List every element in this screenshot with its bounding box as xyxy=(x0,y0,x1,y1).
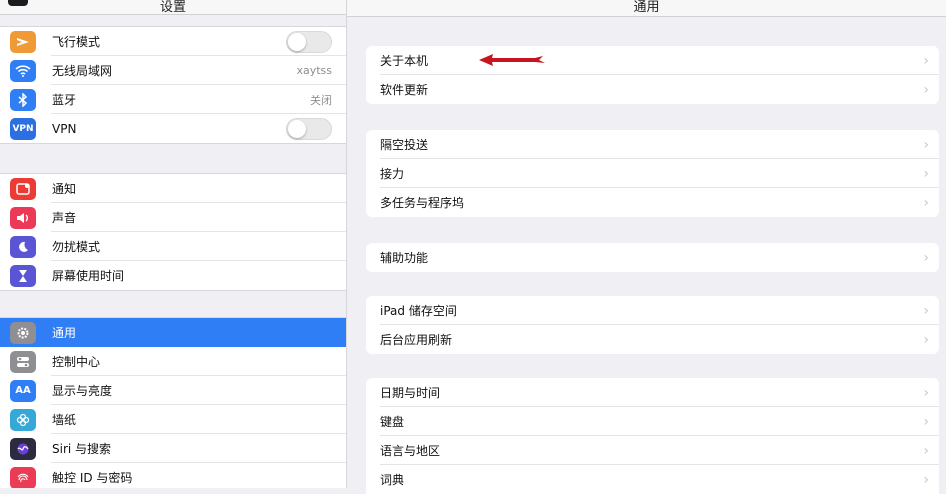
chevron-right-icon: › xyxy=(923,194,929,211)
general-item-label: 关于本机 xyxy=(380,54,429,68)
sidebar-item-label: 勿扰模式 xyxy=(52,240,101,254)
general-item-label: 键盘 xyxy=(380,415,405,429)
general-item-dictionary[interactable]: 词典 › xyxy=(366,465,939,494)
general-item-keyboard[interactable]: 键盘 › xyxy=(366,407,939,436)
sidebar-item-siri-search[interactable]: Siri 与搜索 xyxy=(0,434,346,463)
sidebar-item-label: 屏幕使用时间 xyxy=(52,269,125,283)
sidebar-item-label: 蓝牙 xyxy=(52,93,77,107)
general-item-label: 隔空投送 xyxy=(380,138,429,152)
notification-icon xyxy=(10,177,36,200)
chevron-right-icon: › xyxy=(923,413,929,430)
detail-group-storage: iPad 储存空间 › 后台应用刷新 › xyxy=(366,296,939,354)
sidebar-item-label: 飞行模式 xyxy=(52,35,101,49)
sound-icon xyxy=(10,206,36,229)
sidebar-item-display-brightness[interactable]: AA 显示与亮度 xyxy=(0,376,346,405)
vpn-icon: VPN xyxy=(10,117,36,140)
sidebar-item-touch-id-passcode[interactable]: 触控 ID 与密码 xyxy=(0,463,346,488)
chevron-right-icon: › xyxy=(923,52,929,69)
general-item-label: 日期与时间 xyxy=(380,386,441,400)
bluetooth-icon xyxy=(10,88,36,111)
sidebar-item-label: 墙纸 xyxy=(52,413,77,427)
sidebar-item-bluetooth[interactable]: 蓝牙 关闭 xyxy=(0,85,346,114)
aa-icon: AA xyxy=(10,379,36,402)
chevron-right-icon: › xyxy=(923,249,929,266)
sidebar-group-notifications: 通知 声音 勿扰模式 屏幕使用时间 xyxy=(0,173,346,291)
general-item-accessibility[interactable]: 辅助功能 › xyxy=(366,243,939,272)
chevron-right-icon: › xyxy=(923,471,929,488)
detail-group-locale: 日期与时间 › 键盘 › 语言与地区 › 词典 › xyxy=(366,378,939,494)
red-arrow-annotation-icon xyxy=(479,54,545,66)
general-item-ipad-storage[interactable]: iPad 储存空间 › xyxy=(366,296,939,325)
general-item-about[interactable]: 关于本机 › xyxy=(366,46,939,75)
vpn-toggle[interactable] xyxy=(286,117,332,140)
chevron-right-icon: › xyxy=(923,136,929,153)
sidebar-item-do-not-disturb[interactable]: 勿扰模式 xyxy=(0,232,346,261)
sidebar-item-label: 声音 xyxy=(52,211,77,225)
chevron-right-icon: › xyxy=(923,442,929,459)
toggle-knob xyxy=(288,32,306,51)
general-item-language-region[interactable]: 语言与地区 › xyxy=(366,436,939,465)
sidebar-title: 设置 xyxy=(159,0,186,15)
sidebar-header: 设置 xyxy=(0,0,346,15)
general-item-multitasking-dock[interactable]: 多任务与程序坞 › xyxy=(366,188,939,217)
sidebar-item-general[interactable]: 通用 xyxy=(0,318,346,347)
sidebar-group-connectivity: 飞行模式 无线局域网 xaytss 蓝牙 关闭 VPN VPN xyxy=(0,26,346,144)
sidebar-item-sounds[interactable]: 声音 xyxy=(0,203,346,232)
general-item-background-app-refresh[interactable]: 后台应用刷新 › xyxy=(366,325,939,354)
general-item-label: 语言与地区 xyxy=(380,444,441,458)
chevron-right-icon: › xyxy=(923,165,929,182)
sidebar-item-screen-time[interactable]: 屏幕使用时间 xyxy=(0,261,346,290)
sidebar-group-general: 通用 控制中心 AA 显示与亮度 墙纸 Siri 与搜索 触控 ID 与密码 xyxy=(0,317,346,488)
sidebar-item-airplane-mode[interactable]: 飞行模式 xyxy=(0,27,346,56)
wifi-network-value: xaytss xyxy=(296,64,332,77)
general-detail-pane: 通用 关于本机 › 软件更新 › 隔空投送 › 接力 › 多任务与程序坞 › 辅… xyxy=(347,0,946,494)
wifi-icon xyxy=(10,59,36,82)
sidebar-item-label: 显示与亮度 xyxy=(52,384,113,398)
siri-icon xyxy=(10,437,36,460)
detail-title: 通用 xyxy=(633,0,660,15)
general-item-date-time[interactable]: 日期与时间 › xyxy=(366,378,939,407)
sidebar-item-label: 控制中心 xyxy=(52,355,101,369)
general-item-label: 后台应用刷新 xyxy=(380,333,453,347)
general-item-software-update[interactable]: 软件更新 › xyxy=(366,75,939,104)
detail-header: 通用 xyxy=(347,0,946,17)
chevron-right-icon: › xyxy=(923,81,929,98)
chevron-right-icon: › xyxy=(923,384,929,401)
sidebar-item-wallpaper[interactable]: 墙纸 xyxy=(0,405,346,434)
flower-icon xyxy=(10,408,36,431)
switches-icon xyxy=(10,350,36,373)
sidebar-item-control-center[interactable]: 控制中心 xyxy=(0,347,346,376)
gear-icon xyxy=(10,321,36,344)
sidebar-item-label: 无线局域网 xyxy=(52,64,113,78)
bluetooth-status-value: 关闭 xyxy=(310,93,332,107)
sidebar-item-label: 通用 xyxy=(52,326,77,340)
hourglass-icon xyxy=(10,264,36,287)
general-item-label: 接力 xyxy=(380,167,405,181)
sidebar-item-label: 触控 ID 与密码 xyxy=(52,471,133,485)
fingerprint-icon xyxy=(10,466,36,488)
sidebar-item-wifi[interactable]: 无线局域网 xaytss xyxy=(0,56,346,85)
sidebar-item-label: 通知 xyxy=(52,182,77,196)
airplane-icon xyxy=(10,30,36,53)
chevron-right-icon: › xyxy=(923,302,929,319)
general-item-airdrop[interactable]: 隔空投送 › xyxy=(366,130,939,159)
general-item-label: 辅助功能 xyxy=(380,251,429,265)
sidebar-item-label: VPN xyxy=(52,121,77,136)
detail-group-accessibility: 辅助功能 › xyxy=(366,243,939,272)
sidebar-item-vpn[interactable]: VPN VPN xyxy=(0,114,346,143)
sidebar-item-label: Siri 与搜索 xyxy=(52,442,112,456)
general-item-label: 词典 xyxy=(380,473,405,487)
general-item-label: 软件更新 xyxy=(380,83,429,97)
settings-sidebar: 设置 飞行模式 无线局域网 xaytss 蓝牙 关闭 VPN VPN 通知 声音… xyxy=(0,0,347,488)
chevron-right-icon: › xyxy=(923,331,929,348)
detail-group-continuity: 隔空投送 › 接力 › 多任务与程序坞 › xyxy=(366,130,939,217)
general-item-handoff[interactable]: 接力 › xyxy=(366,159,939,188)
general-item-label: iPad 储存空间 xyxy=(380,304,457,318)
moon-icon xyxy=(10,235,36,258)
toggle-knob xyxy=(288,119,306,138)
detail-group-about: 关于本机 › 软件更新 › xyxy=(366,46,939,104)
sidebar-item-notifications[interactable]: 通知 xyxy=(0,174,346,203)
general-item-label: 多任务与程序坞 xyxy=(380,196,465,210)
airplane-mode-toggle[interactable] xyxy=(286,30,332,53)
